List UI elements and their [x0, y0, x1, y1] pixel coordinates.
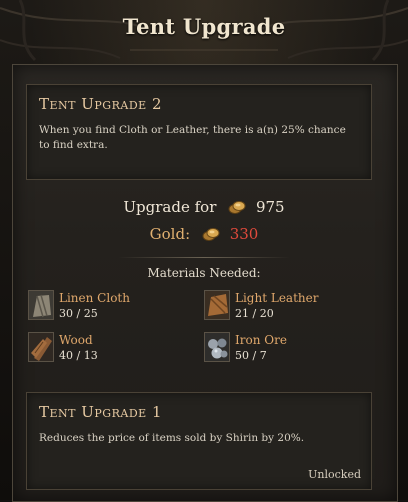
material-name: Wood — [59, 333, 93, 347]
current-upgrade-description: When you find Cloth or Leather, there is… — [39, 124, 346, 151]
material-wood: Wood 40 / 13 — [28, 332, 188, 366]
upgrade-label: Upgrade for — [123, 198, 217, 216]
material-name: Iron Ore — [235, 333, 287, 347]
gold-coin-icon — [227, 199, 247, 219]
material-count: 40 / 13 — [59, 349, 98, 362]
gold-coin-icon — [201, 226, 221, 246]
iron-ore-icon — [204, 332, 230, 362]
upgrade-cost-row[interactable]: Upgrade for 975 — [0, 198, 408, 219]
gold-label: Gold: — [149, 225, 191, 243]
upgrade-price: 975 — [255, 198, 285, 216]
material-light-leather: Light Leather 21 / 20 — [204, 290, 364, 324]
material-name: Light Leather — [235, 291, 319, 305]
current-upgrade-card: Tent Upgrade 2 When you find Cloth or Le… — [26, 84, 372, 180]
material-count: 30 / 25 — [59, 307, 98, 320]
material-count: 50 / 7 — [235, 349, 267, 362]
window-title: Tent Upgrade — [122, 14, 286, 39]
material-count: 21 / 20 — [235, 307, 274, 320]
previous-upgrade-description: Reduces the price of items sold by Shiri… — [39, 432, 305, 444]
section-divider — [118, 257, 290, 258]
material-iron-ore: Iron Ore 50 / 7 — [204, 332, 364, 366]
previous-upgrade-title: Tent Upgrade 1 — [39, 403, 162, 421]
material-name: Linen Cloth — [59, 291, 130, 305]
material-linen-cloth: Linen Cloth 30 / 25 — [28, 290, 188, 324]
materials-title: Materials Needed: — [147, 266, 261, 280]
previous-upgrade-card: Tent Upgrade 1 Reduces the price of item… — [26, 392, 372, 490]
wood-icon — [28, 332, 54, 362]
light-leather-icon — [204, 290, 230, 320]
unlocked-status: Unlocked — [308, 468, 361, 481]
gold-value: 330 — [229, 225, 259, 243]
gold-row: Gold: 330 — [0, 225, 408, 246]
current-upgrade-title: Tent Upgrade 2 — [39, 95, 162, 113]
tent-upgrade-window: Tent Upgrade Tent Upgrade 2 When you fin… — [0, 0, 408, 502]
linen-cloth-icon — [28, 290, 54, 320]
